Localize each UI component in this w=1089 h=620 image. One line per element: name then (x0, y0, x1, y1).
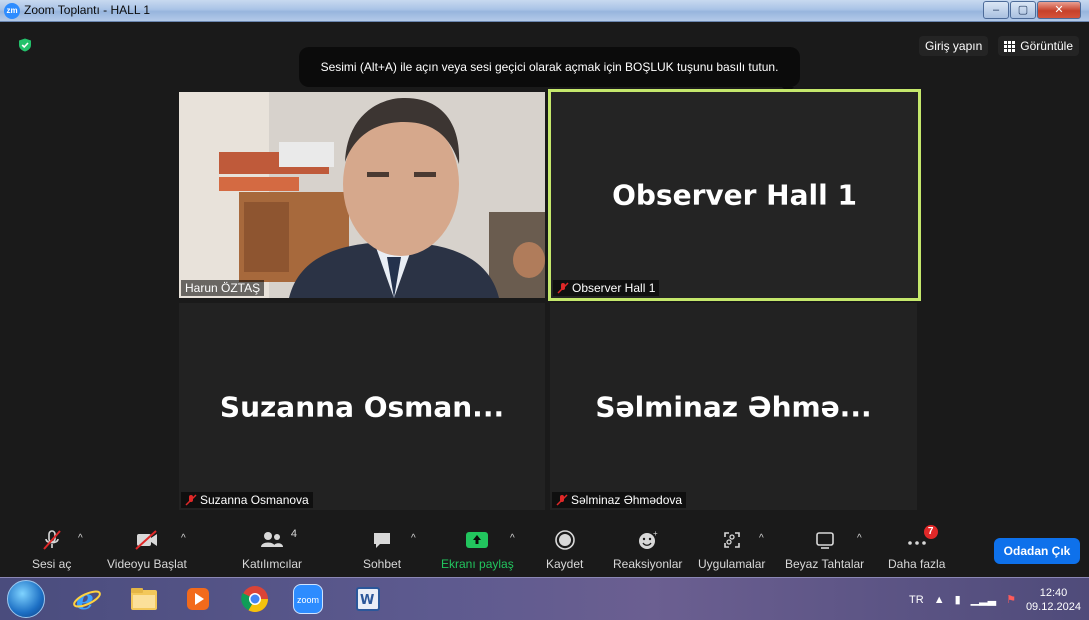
participant-name: Harun ÖZTAŞ (185, 281, 261, 295)
zoom-window: zm Zoom Toplantı - HALL 1 – ▢ ✕ Giriş ya… (0, 0, 1089, 620)
share-screen-icon (464, 528, 490, 552)
participants-label: Katılımcılar (242, 557, 303, 571)
language-indicator[interactable]: TR (909, 594, 924, 606)
video-tile-selminaz[interactable]: Səlminaz Əhmə... Səlminaz Əhmədova (550, 303, 917, 510)
more-notification-badge: 7 (923, 525, 938, 539)
file-explorer-icon[interactable] (127, 583, 161, 615)
window-title: Zoom Toplantı - HALL 1 (24, 3, 151, 17)
unmute-button[interactable]: Sesi aç (32, 528, 71, 571)
more-button[interactable]: 7 Daha fazla (888, 525, 946, 571)
audio-options-caret[interactable]: ^ (78, 533, 83, 544)
zoom-taskbar-label: zoom (293, 584, 323, 614)
share-screen-button[interactable]: Ekranı paylaş (441, 528, 514, 571)
participant-name-tag: Səlminaz Əhmədova (552, 492, 687, 508)
windows-taskbar: e zoom W TR ▲ ▮ ▁▂▃ ⚑ 12:40 09.12.2024 (0, 577, 1089, 620)
unmute-label: Sesi aç (32, 557, 72, 571)
window-titlebar: zm Zoom Toplantı - HALL 1 – ▢ ✕ (0, 0, 1089, 22)
reactions-button[interactable]: + Reaksiyonlar (613, 528, 682, 571)
start-video-label: Videoyu Başlat (107, 557, 187, 571)
minimize-button[interactable]: – (983, 1, 1009, 19)
zoom-taskbar-icon[interactable]: zoom (291, 583, 325, 615)
start-video-button[interactable]: Videoyu Başlat (107, 528, 187, 571)
clock-date: 09.12.2024 (1025, 600, 1081, 613)
whiteboards-button[interactable]: Beyaz Tahtalar (785, 528, 864, 571)
share-screen-label: Ekranı paylaş (441, 557, 514, 571)
leave-meeting-button[interactable]: Odadan Çık (994, 538, 1080, 564)
whiteboards-options-caret[interactable]: ^ (857, 533, 862, 544)
mic-muted-icon (185, 494, 197, 506)
apps-button[interactable]: Uygulamalar (698, 528, 765, 571)
participant-name-tag: Observer Hall 1 (553, 280, 660, 296)
participant-name-tag: Harun ÖZTAŞ (181, 280, 265, 296)
video-off-icon (134, 528, 160, 552)
chat-label: Sohbet (363, 557, 402, 571)
participant-name: Suzanna Osmanova (200, 493, 309, 507)
more-dots-icon: 7 (906, 525, 938, 552)
video-tile-suzanna[interactable]: Suzanna Osman... Suzanna Osmanova (179, 303, 545, 510)
close-button[interactable]: ✕ (1037, 1, 1081, 19)
sign-in-button[interactable]: Giriş yapın (918, 36, 989, 56)
record-button[interactable]: Kaydet (546, 528, 583, 571)
grid-view-icon (1004, 40, 1016, 52)
participant-display-name: Suzanna Osman... (219, 390, 505, 423)
video-options-caret[interactable]: ^ (181, 533, 186, 544)
media-player-icon[interactable] (181, 583, 215, 615)
action-center-flag-icon[interactable]: ⚑ (1006, 593, 1016, 606)
participant-name: Səlminaz Əhmədova (571, 493, 683, 507)
whiteboard-icon (814, 528, 836, 552)
video-tile-observer[interactable]: Observer Hall 1 Observer Hall 1 (548, 89, 921, 301)
tray-expand-icon[interactable]: ▲ (934, 594, 945, 606)
svg-text:+: + (653, 529, 658, 538)
participant-video (179, 92, 545, 298)
network-signal-icon[interactable]: ▁▂▃ (971, 593, 996, 606)
video-tile-harun[interactable]: Harun ÖZTAŞ (179, 92, 545, 298)
top-right-controls: Giriş yapın Görüntüle (918, 36, 1079, 56)
mic-muted-icon (557, 282, 569, 294)
reactions-label: Reaksiyonlar (613, 557, 683, 571)
participants-button[interactable]: 4 Katılımcılar (242, 528, 302, 571)
apps-options-caret[interactable]: ^ (759, 533, 764, 544)
internet-explorer-icon[interactable]: e (70, 583, 104, 615)
whiteboards-label: Beyaz Tahtalar (785, 557, 865, 571)
unmute-tooltip: Sesimi (Alt+A) ile açın veya sesi geçici… (299, 47, 800, 93)
svg-text:W: W (360, 593, 374, 608)
zoom-app-icon: zm (4, 3, 20, 19)
record-icon (554, 528, 576, 552)
shield-check-icon[interactable] (18, 38, 32, 52)
device-icon[interactable]: ▮ (955, 593, 961, 606)
clock-time: 12:40 (1039, 586, 1068, 599)
view-label: Görüntüle (1020, 39, 1073, 53)
system-tray: TR ▲ ▮ ▁▂▃ ⚑ 12:40 09.12.2024 (909, 578, 1081, 620)
meeting-area: Giriş yapın Görüntüle Sesimi (Alt+A) ile… (0, 23, 1089, 576)
mic-muted-icon (556, 494, 568, 506)
meeting-toolbar: Sesi aç ^ Videoyu Başlat ^ 4 Katılımcıla… (0, 522, 1089, 576)
participants-icon: 4 (259, 528, 297, 552)
window-controls: – ▢ ✕ (982, 1, 1081, 19)
chrome-icon[interactable] (238, 583, 272, 615)
apps-icon (721, 528, 743, 552)
participant-display-name: Observer Hall 1 (612, 178, 857, 212)
participant-display-name: Səlminaz Əhmə... (595, 390, 872, 423)
sign-in-label: Giriş yapın (924, 39, 983, 53)
start-orb-icon[interactable] (7, 580, 45, 618)
maximize-button[interactable]: ▢ (1010, 1, 1036, 19)
participant-name-tag: Suzanna Osmanova (181, 492, 313, 508)
view-button[interactable]: Görüntüle (998, 36, 1079, 56)
record-label: Kaydet (546, 557, 584, 571)
chat-options-caret[interactable]: ^ (411, 533, 416, 544)
more-label: Daha fazla (888, 557, 946, 571)
chat-button[interactable]: Sohbet (363, 528, 401, 571)
mic-muted-icon (41, 528, 63, 552)
chat-bubble-icon (371, 528, 393, 552)
participant-name: Observer Hall 1 (572, 281, 656, 295)
word-icon[interactable]: W (351, 583, 385, 615)
emoji-icon: + (637, 528, 659, 552)
share-options-caret[interactable]: ^ (510, 533, 515, 544)
participants-count: 4 (290, 528, 297, 540)
clock[interactable]: 12:40 09.12.2024 (1026, 586, 1081, 614)
apps-label: Uygulamalar (698, 557, 766, 571)
